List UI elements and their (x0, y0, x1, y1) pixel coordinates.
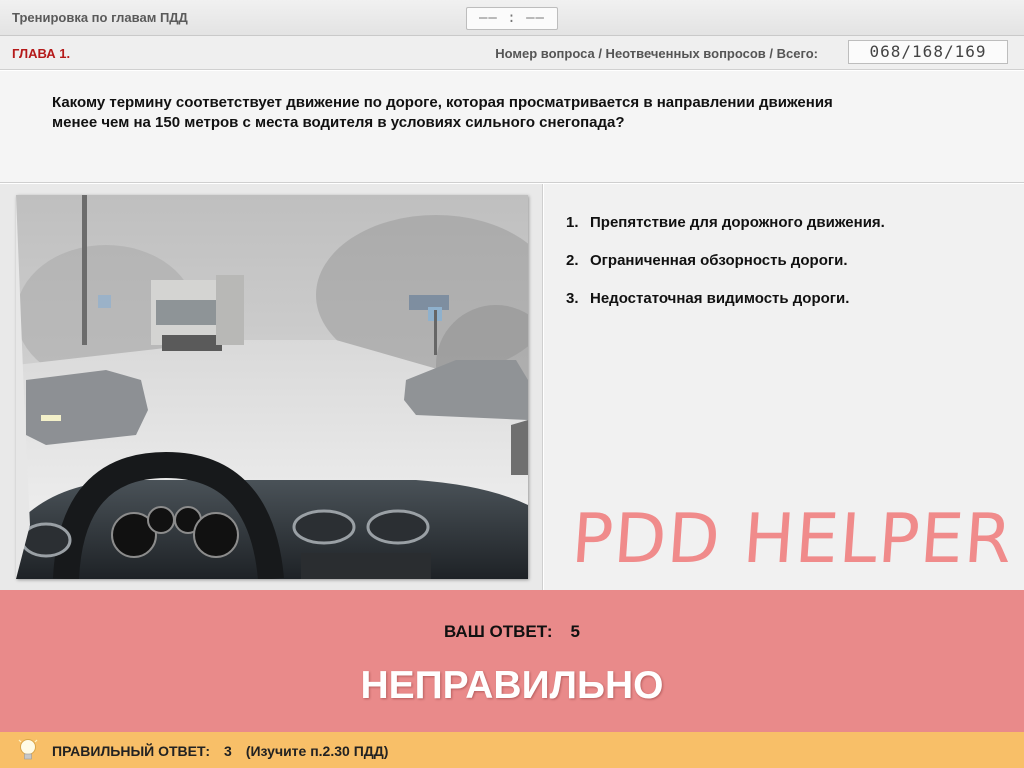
your-answer: ВАШ ОТВЕТ: 5 (0, 622, 1024, 642)
answer-number: 1. (566, 214, 579, 231)
verdict-text: НЕПРАВИЛЬНО (360, 664, 664, 707)
rule-hint: (Изучите п.2.30 ПДД) (245, 743, 389, 759)
image-panel (0, 184, 543, 590)
answer-text: Недостаточная видимость дороги. (590, 290, 850, 307)
question-area: Какому термину соответствует движение по… (0, 71, 1024, 183)
watermark-logo: PDD HELPER (569, 500, 1016, 579)
question-photo (16, 195, 528, 579)
answer-text: Ограниченная обзорность дороги. (590, 252, 848, 269)
top-bar: Тренировка по главам ПДД —— : —— (0, 0, 1024, 36)
lightbulb-icon (18, 739, 38, 760)
chapter-bar: ГЛАВА 1. Номер вопроса / Неотвеченных во… (0, 36, 1024, 70)
answer-option-3[interactable]: 3. Недостаточная видимость дороги. (566, 290, 849, 307)
answer-option-1[interactable]: 1. Препятствие для дорожного движения. (566, 214, 885, 231)
correct-answer-label: ПРАВИЛЬНЫЙ ОТВЕТ: (52, 743, 211, 759)
result-panel: ВАШ ОТВЕТ: 5 НЕПРАВИЛЬНО (0, 590, 1024, 732)
question-counter-label: Номер вопроса / Неотвеченных вопросов / … (495, 46, 818, 61)
timer-display: —— : —— (466, 7, 558, 30)
question-counter: 068/168/169 (848, 40, 1008, 64)
chapter-title: ГЛАВА 1. (12, 46, 71, 61)
answers-panel: 1. Препятствие для дорожного движения. 2.… (544, 184, 1024, 590)
correct-answer-value: 3 (224, 743, 232, 759)
answer-text: Препятствие для дорожного движения. (590, 214, 885, 231)
your-answer-label: ВАШ ОТВЕТ: (443, 622, 553, 641)
answer-option-2[interactable]: 2. Ограниченная обзорность дороги. (566, 252, 848, 269)
answer-number: 2. (566, 252, 579, 269)
your-answer-value: 5 (570, 622, 581, 641)
correct-answer: ПРАВИЛЬНЫЙ ОТВЕТ: 3 (Изучите п.2.30 ПДД) (52, 743, 402, 759)
correct-answer-bar: ПРАВИЛЬНЫЙ ОТВЕТ: 3 (Изучите п.2.30 ПДД) (0, 732, 1024, 768)
answer-number: 3. (566, 290, 579, 307)
app-title: Тренировка по главам ПДД (12, 10, 188, 25)
question-text: Какому термину соответствует движение по… (52, 94, 833, 131)
